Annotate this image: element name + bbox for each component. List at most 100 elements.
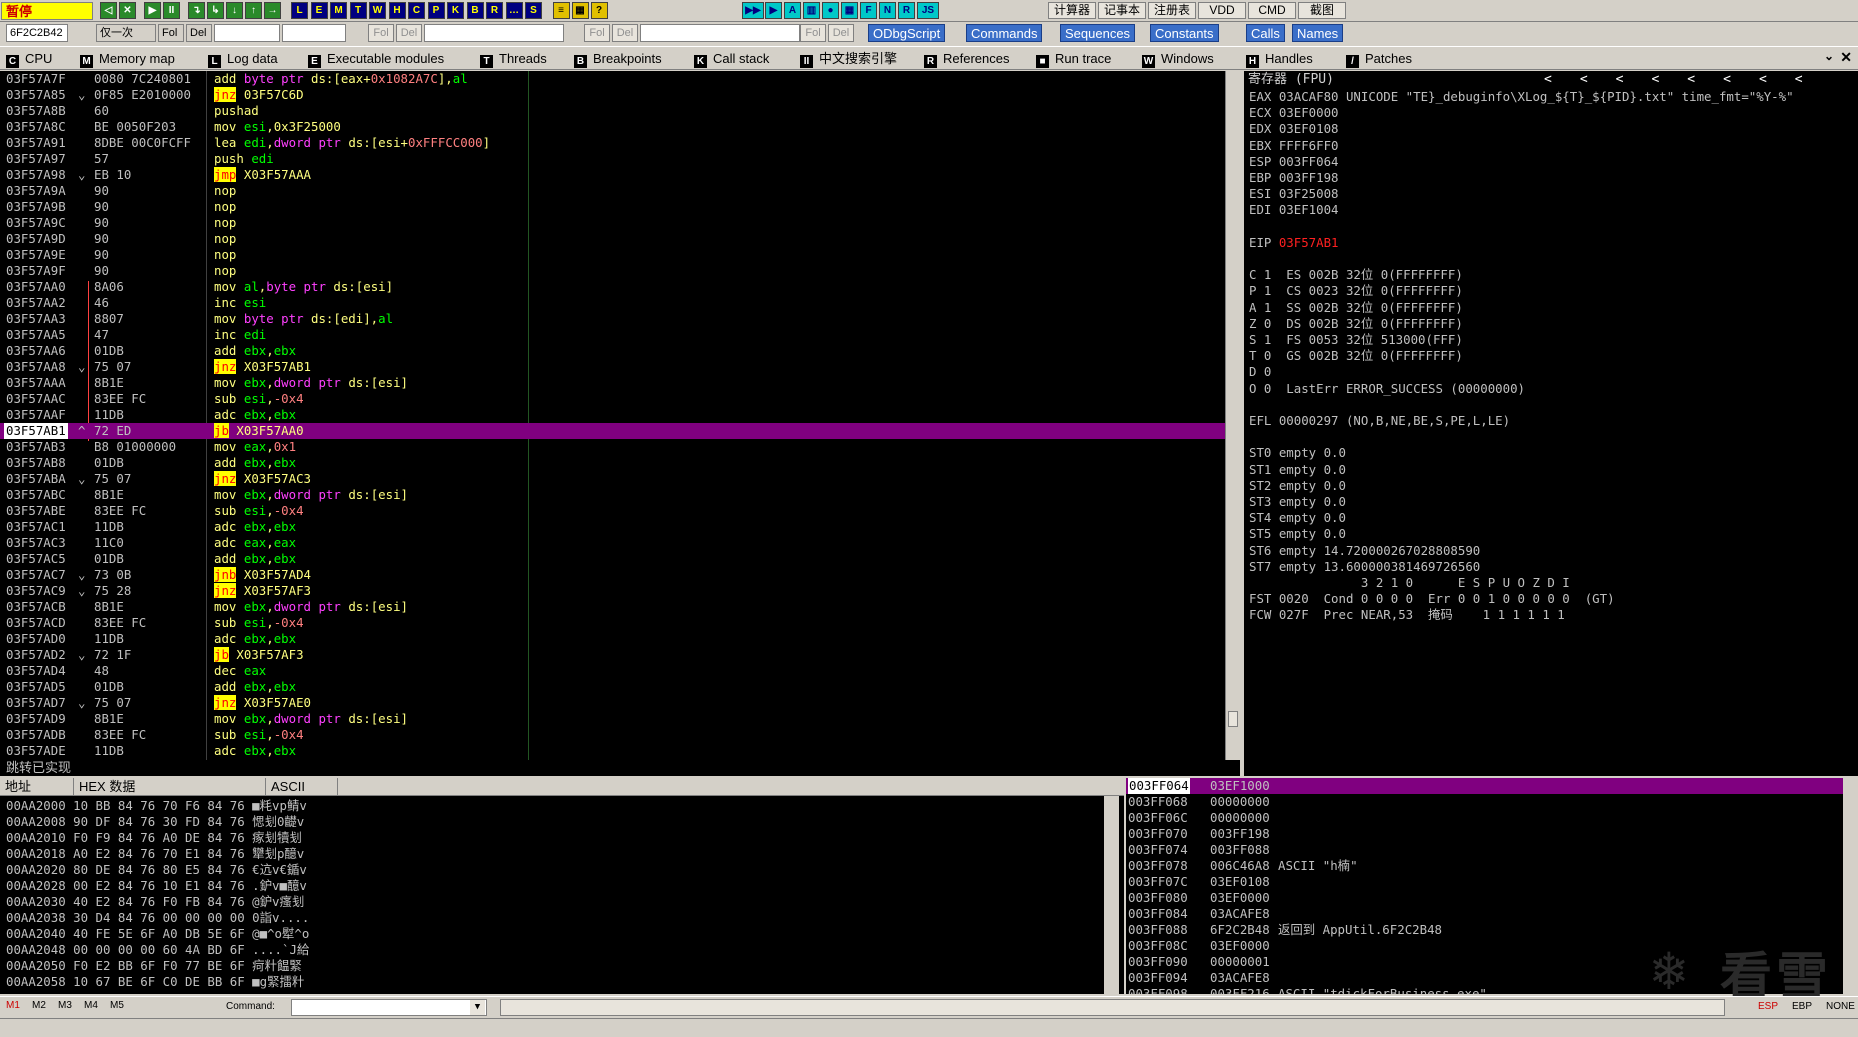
plugin-button-2[interactable]: A <box>784 2 801 19</box>
tool-button-1[interactable]: 记事本 <box>1098 2 1146 19</box>
disasm-row[interactable]: 03F57AAF 11DB adc ebx,ebx <box>0 407 1225 423</box>
register-line[interactable]: ST0 empty 0.0 <box>1249 445 1346 461</box>
disasm-row[interactable]: 03F57A7F 0080 7C240801 add byte ptr ds:[ea… <box>0 71 1225 87</box>
disasm-row[interactable]: 03F57AA6 01DB add ebx,ebx <box>0 343 1225 359</box>
mark-m1[interactable]: M1 <box>6 1000 20 1011</box>
breakpoint-mode[interactable]: 仅一次 <box>96 24 156 42</box>
disasm-row[interactable]: 03F57AA2 46 inc esi <box>0 295 1225 311</box>
register-line[interactable]: EBX FFFF6FF0 <box>1249 138 1339 154</box>
stack-row[interactable]: 003FF068 00000000 <box>1126 794 1843 810</box>
disasm-row[interactable]: 03F57ACB 8B1E mov ebx,dword ptr ds:[esi] <box>0 599 1225 615</box>
disasm-row[interactable]: 03F57AA3 8807 mov byte ptr ds:[edi],al <box>0 311 1225 327</box>
disasm-row[interactable]: 03F57AA8 ⌄ 75 07 jnz X03F57AB1 <box>0 359 1225 375</box>
register-line[interactable]: ST7 empty 13.600000381469726560 <box>1249 559 1480 575</box>
register-line[interactable]: EDX 03EF0108 <box>1249 121 1339 137</box>
disasm-row[interactable]: 03F57A97 57 push edi <box>0 151 1225 167</box>
stack-row[interactable]: 003FF064 03EF1000 <box>1126 778 1843 794</box>
disasm-row[interactable]: 03F57AB1 ^ 72 ED jb X03F57AA0 <box>0 423 1225 439</box>
del-button[interactable]: Del <box>186 24 212 42</box>
field-5[interactable] <box>640 24 800 42</box>
plugin-calls[interactable]: Calls <box>1246 24 1285 42</box>
field-2[interactable] <box>214 24 280 42</box>
toolbar-button-4[interactable]: ↴ <box>188 2 205 19</box>
stack-scrollbar[interactable] <box>1843 778 1858 994</box>
tab-call-stack[interactable]: K Call stack <box>694 49 769 69</box>
field-4[interactable] <box>424 24 564 42</box>
register-line[interactable]: ST3 empty 0.0 <box>1249 494 1346 510</box>
disasm-row[interactable]: 03F57ACD 83EE FC sub esi,-0x4 <box>0 615 1225 631</box>
view-button-H[interactable]: H <box>388 2 406 19</box>
mark-m2[interactable]: M2 <box>32 1000 46 1011</box>
register-line[interactable]: P 1 CS 0023 32位 0(FFFFFFFF) <box>1249 283 1463 299</box>
dump-row[interactable]: 00AA2048 00 00 00 00 60 4A BD 6F ....`J給 <box>6 942 309 958</box>
toolbar-button-1[interactable]: ✕ <box>119 2 136 19</box>
tab-windows[interactable]: W Windows <box>1142 49 1214 69</box>
register-nav-arrows[interactable]: <<<<<<<< <box>1544 71 1831 89</box>
register-line[interactable]: ST4 empty 0.0 <box>1249 510 1346 526</box>
plugin-names[interactable]: Names <box>1292 24 1344 42</box>
fol-button-2[interactable]: Fol <box>368 24 394 42</box>
register-line[interactable]: ST1 empty 0.0 <box>1249 462 1346 478</box>
dump-col-address[interactable]: 地址 <box>0 778 74 796</box>
register-line[interactable]: ST5 empty 0.0 <box>1249 526 1346 542</box>
register-line[interactable]: ST6 empty 14.720000267028808590 <box>1249 543 1480 559</box>
disasm-row[interactable]: 03F57ADE 11DB adc ebx,ebx <box>0 743 1225 759</box>
register-line[interactable]: D 0 <box>1249 364 1271 380</box>
disasm-row[interactable]: 03F57A9D 90 nop <box>0 231 1225 247</box>
plugin-button-4[interactable]: ● <box>822 2 839 19</box>
mark-m3[interactable]: M3 <box>58 1000 72 1011</box>
dump-row[interactable]: 00AA2050 F0 E2 BB 6F F0 77 BE 6F 疴籵饂緊 <box>6 958 302 974</box>
plugin-sequences[interactable]: Sequences <box>1060 24 1136 42</box>
tool-button-5[interactable]: 截图 <box>1298 2 1346 19</box>
view-button-K[interactable]: K <box>447 2 464 19</box>
disasm-row[interactable]: 03F57ADB 83EE FC sub esi,-0x4 <box>0 727 1225 743</box>
plugin-button-6[interactable]: F <box>860 2 877 19</box>
disasm-row[interactable]: 03F57A8B 60 pushad <box>0 103 1225 119</box>
view-button-S[interactable]: S <box>525 2 542 19</box>
disasm-row[interactable]: 03F57AD0 11DB adc ebx,ebx <box>0 631 1225 647</box>
misc-button-1[interactable]: ▦ <box>571 2 589 19</box>
stack-row[interactable]: 003FF074 003FF088 <box>1126 842 1843 858</box>
dump-scrollbar[interactable] <box>1104 796 1119 994</box>
del-button-4[interactable]: Del <box>828 24 854 42</box>
view-button-L[interactable]: L <box>291 2 308 19</box>
hex-dump-pane[interactable]: 地址 HEX 数据 ASCII 00AA2000 10 BB 84 76 70 … <box>0 778 1124 994</box>
disasm-row[interactable]: 03F57AD5 01DB add ebx,ebx <box>0 679 1225 695</box>
register-line[interactable]: EDI 03EF1004 <box>1249 202 1339 218</box>
command-input[interactable] <box>291 999 487 1016</box>
disasm-row[interactable]: 03F57AC7 ⌄ 73 0B jnb X03F57AD4 <box>0 567 1225 583</box>
disasm-row[interactable]: 03F57A9C 90 nop <box>0 215 1225 231</box>
tab-executable-modules[interactable]: E Executable modules <box>308 49 444 69</box>
tab-patches[interactable]: / Patches <box>1346 49 1412 69</box>
register-line[interactable]: S 1 FS 0053 32位 513000(FFF) <box>1249 332 1463 348</box>
plugin-button-5[interactable]: ▦ <box>841 2 858 19</box>
disasm-row[interactable]: 03F57ABC 8B1E mov ebx,dword ptr ds:[esi] <box>0 487 1225 503</box>
register-line[interactable]: O 0 LastErr ERROR_SUCCESS (00000000) <box>1249 381 1525 397</box>
disasm-row[interactable]: 03F57AB8 01DB add ebx,ebx <box>0 455 1225 471</box>
disasm-row[interactable]: 03F57AC5 01DB add ebx,ebx <box>0 551 1225 567</box>
dump-row[interactable]: 00AA2008 90 DF 84 76 30 FD 84 76 愢刬0齼v <box>6 814 304 830</box>
dump-col-ascii[interactable]: ASCII <box>266 778 338 796</box>
register-line[interactable]: Z 0 DS 002B 32位 0(FFFFFFFF) <box>1249 316 1463 332</box>
plugin-commands[interactable]: Commands <box>966 24 1043 42</box>
misc-button-2[interactable]: ? <box>590 2 608 19</box>
toolbar-button-8[interactable]: → <box>264 2 281 19</box>
disasm-row[interactable]: 03F57A9E 90 nop <box>0 247 1225 263</box>
view-button-R[interactable]: R <box>486 2 503 19</box>
tab-breakpoints[interactable]: B Breakpoints <box>574 49 662 69</box>
tab-run-trace[interactable]: ■ Run trace <box>1036 49 1111 69</box>
dump-row[interactable]: 00AA2030 40 E2 84 76 F0 FB 84 76 @鈩v瘙刬 <box>6 894 304 910</box>
disasm-row[interactable]: 03F57AA5 47 inc edi <box>0 327 1225 343</box>
register-line[interactable]: EBP 003FF198 <box>1249 170 1339 186</box>
dump-row[interactable]: 00AA2040 40 FE 5E 6F A0 DB 5E 6F @■^o犚^o <box>6 926 309 942</box>
disasm-row[interactable]: 03F57ABA ⌄ 75 07 jnz X03F57AC3 <box>0 471 1225 487</box>
misc-button-0[interactable]: ≡ <box>552 2 570 19</box>
register-line[interactable]: A 1 SS 002B 32位 0(FFFFFFFF) <box>1249 300 1463 316</box>
register-line[interactable]: EAX 03ACAF80 UNICODE "TE}_debuginfo\XLog… <box>1249 89 1794 105</box>
disasm-row[interactable]: 03F57AC3 11C0 adc eax,eax <box>0 535 1225 551</box>
plugin-odbgscript[interactable]: ODbgScript <box>868 24 946 42</box>
minimize-icon[interactable]: ⌄ <box>1824 49 1834 63</box>
register-line[interactable]: ECX 03EF0000 <box>1249 105 1339 121</box>
dump-row[interactable]: 00AA2010 F0 F9 84 76 A0 DE 84 76 瘃刬犢刬 <box>6 830 302 846</box>
plugin-button-3[interactable]: ▥ <box>803 2 820 19</box>
